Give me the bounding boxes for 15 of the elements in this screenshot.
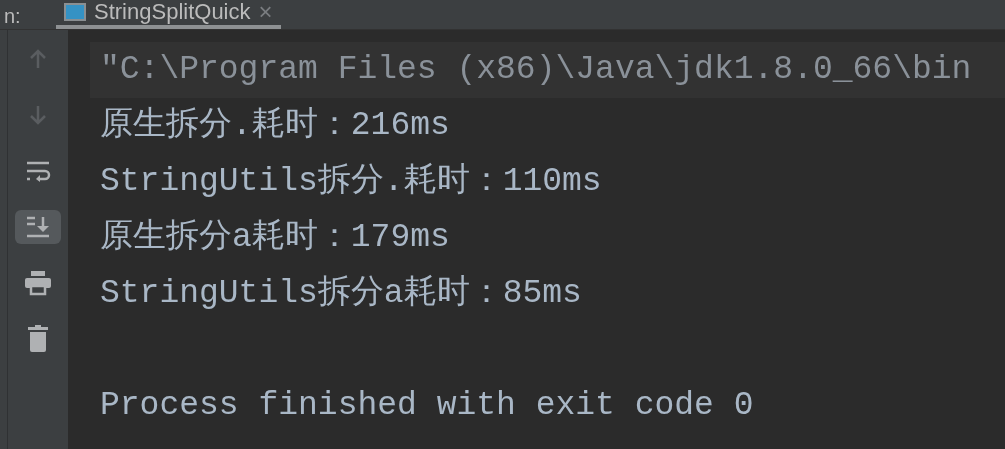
trash-icon: [27, 325, 49, 353]
run-tab[interactable]: StringSplitQuick ×: [56, 0, 281, 29]
console-line: StringUtils拆分a耗时：85ms: [99, 274, 583, 315]
panel-label: n:: [3, 4, 22, 29]
console-icon: [64, 3, 86, 21]
up-arrow-icon: [28, 48, 48, 70]
console-line: 原生拆分a耗时：179ms: [99, 218, 451, 259]
console-line: 原生拆分.耗时：216ms: [99, 106, 451, 147]
console-line: Process finished with exit code 0: [99, 386, 755, 427]
console-line: StringUtils拆分.耗时：110ms: [99, 162, 603, 203]
printer-icon: [24, 270, 52, 296]
scroll-to-end-icon: [25, 215, 51, 239]
toolbar-button[interactable]: [15, 210, 61, 244]
down-arrow-icon: [28, 104, 48, 126]
wrap-icon: [25, 160, 51, 182]
